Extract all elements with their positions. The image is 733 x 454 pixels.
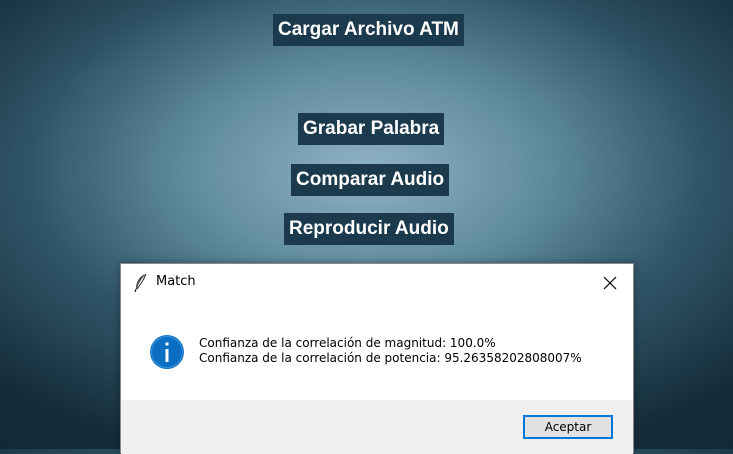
dialog-title: Match [156, 274, 196, 289]
play-audio-button[interactable]: Reproducir Audio [284, 213, 454, 245]
dialog-titlebar[interactable]: Match [121, 264, 633, 302]
accept-button[interactable]: Aceptar [523, 415, 613, 439]
feather-icon [133, 273, 149, 293]
dialog-body: Confianza de la correlación de magnitud:… [121, 302, 633, 400]
dialog-footer: Aceptar [121, 400, 633, 454]
dialog-message: Confianza de la correlación de magnitud:… [199, 336, 582, 366]
match-dialog: Match Confianza de la correlación de mag… [120, 263, 634, 454]
close-icon [603, 276, 617, 290]
message-line-magnitude: Confianza de la correlación de magnitud:… [199, 336, 496, 350]
compare-audio-button[interactable]: Comparar Audio [291, 164, 450, 196]
info-icon [149, 334, 185, 370]
load-atm-file-button[interactable]: Cargar Archivo ATM [273, 14, 464, 46]
record-word-button[interactable]: Grabar Palabra [298, 113, 445, 145]
close-button[interactable] [587, 264, 633, 302]
message-line-power: Confianza de la correlación de potencia:… [199, 351, 582, 365]
